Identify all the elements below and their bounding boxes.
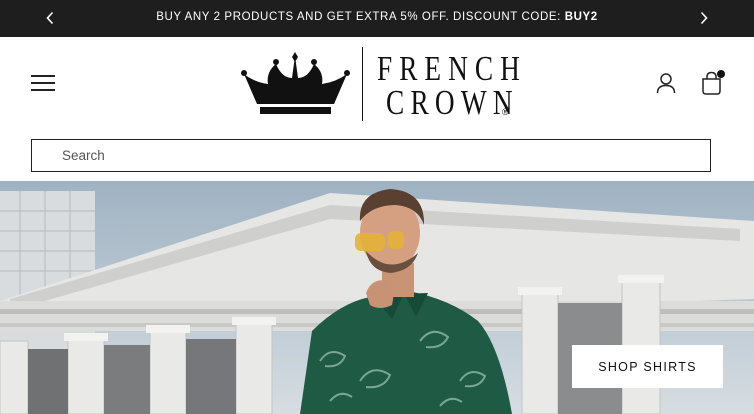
logo-text-line1: FRENCH (377, 49, 527, 88)
search-bar[interactable] (31, 139, 711, 172)
hamburger-menu-icon[interactable] (31, 74, 55, 92)
discount-code: BUY2 (564, 11, 598, 23)
logo-text-line2: CROWN (386, 83, 519, 122)
logo-divider (362, 47, 364, 121)
shopping-bag-icon[interactable] (699, 70, 725, 96)
brand-logo[interactable]: FRENCH CROWN ® (240, 47, 520, 122)
registered-mark: ® (502, 107, 509, 117)
announcement-text: BUY ANY 2 PRODUCTS AND GET EXTRA 5% OFF.… (156, 11, 565, 23)
announcement-message: BUY ANY 2 PRODUCTS AND GET EXTRA 5% OFF.… (0, 11, 754, 23)
announcement-bar: BUY ANY 2 PRODUCTS AND GET EXTRA 5% OFF.… (0, 0, 754, 37)
chevron-right-icon[interactable] (696, 10, 712, 26)
search-input[interactable] (32, 140, 710, 171)
site-header: FRENCH CROWN ® (0, 37, 754, 131)
user-icon[interactable] (655, 72, 677, 94)
crown-icon (241, 52, 350, 114)
cart-count-badge (717, 70, 725, 78)
shop-shirts-button[interactable]: SHOP SHIRTS (572, 345, 723, 388)
